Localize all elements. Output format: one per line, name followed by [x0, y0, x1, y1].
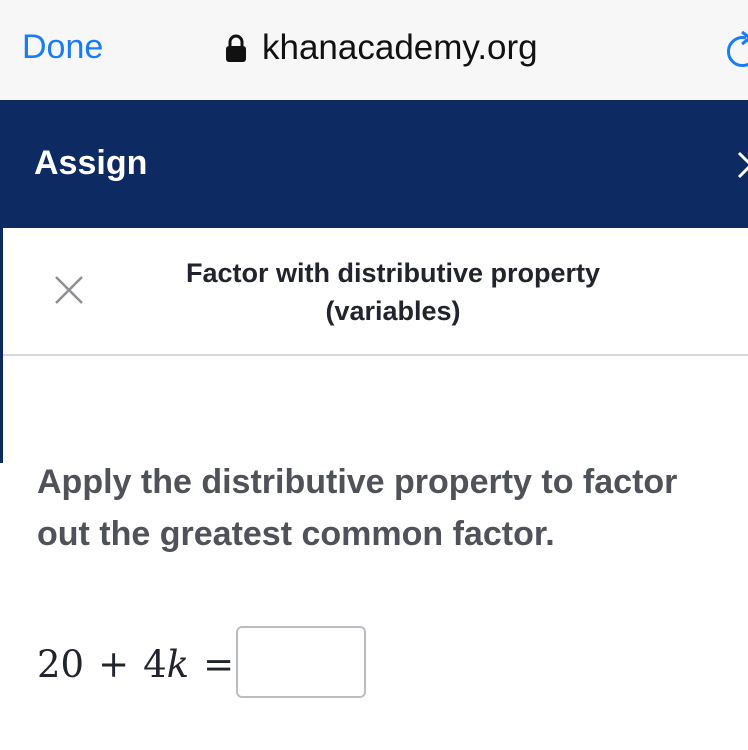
equation-variable: k [166, 642, 190, 686]
done-button[interactable]: Done [22, 28, 103, 67]
lock-icon [226, 34, 246, 62]
reload-icon[interactable] [722, 30, 748, 70]
answer-input[interactable] [236, 626, 366, 698]
url-bar[interactable]: khanacademy.org [224, 26, 538, 70]
equation-constant: 20 [37, 642, 85, 686]
assign-title: Assign [34, 144, 148, 182]
exercise-title: Factor with distributive property (varia… [103, 254, 683, 330]
question-prompt: Apply the distributive property to facto… [37, 463, 678, 553]
equation: 20 + 4 k = [37, 634, 234, 694]
url-text: khanacademy.org [262, 28, 538, 67]
equation-plus: + [98, 642, 130, 686]
assign-header: Assign [0, 100, 748, 228]
equation-coefficient: 4 [143, 642, 167, 686]
chevron-right-icon[interactable] [735, 150, 748, 180]
browser-toolbar: Done khanacademy.org [0, 0, 748, 100]
exercise-title-line2: (variables) [325, 296, 461, 326]
exercise-title-line1: Factor with distributive property [185, 258, 601, 288]
equation-equals: = [203, 642, 235, 686]
exercise-modal: Factor with distributive property (varia… [3, 228, 748, 750]
close-icon[interactable] [54, 275, 84, 305]
modal-header: Factor with distributive property (varia… [3, 228, 748, 356]
